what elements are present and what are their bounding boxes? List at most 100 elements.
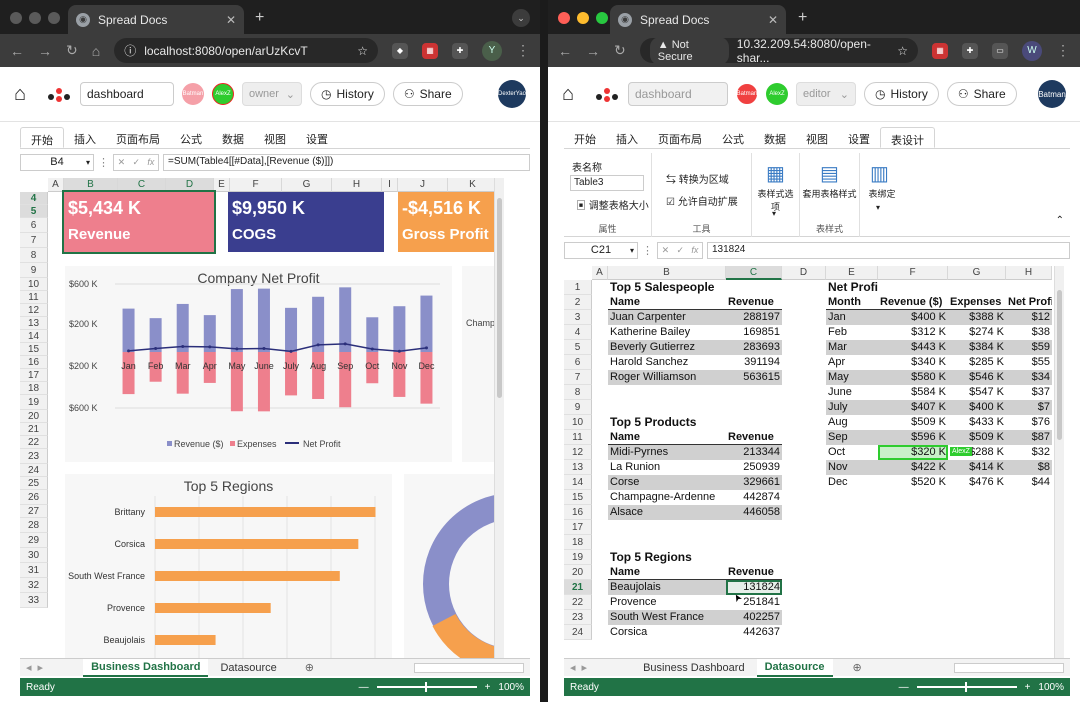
net-profit-cell[interactable]: Feb <box>826 325 878 340</box>
table-title[interactable]: Top 5 Products <box>608 415 726 430</box>
net-profit-cell[interactable]: June <box>826 385 878 400</box>
row-header[interactable]: 19 <box>20 395 48 410</box>
revenue-bar[interactable] <box>176 303 189 352</box>
net-profit-cell[interactable]: $59 <box>1006 340 1052 355</box>
tab-search-button[interactable]: ⌄ <box>512 9 530 27</box>
column-header[interactable]: J <box>398 178 448 192</box>
net-profit-cell[interactable]: $12 <box>1006 310 1052 325</box>
column-name[interactable]: Revenue ($) <box>878 295 948 310</box>
region-name[interactable]: South West France <box>608 610 726 625</box>
revenue-bar[interactable] <box>285 307 298 352</box>
net-profit-point[interactable] <box>127 349 131 353</box>
row-header[interactable]: 11 <box>564 430 592 445</box>
close-icon[interactable]: ✕ <box>226 13 236 27</box>
expenses-bar[interactable] <box>122 352 135 395</box>
reload-icon[interactable]: ↻ <box>614 42 626 59</box>
row-header[interactable]: 13 <box>564 460 592 475</box>
ribbon-tab[interactable]: 开始 <box>20 127 64 148</box>
net-profit-cell[interactable]: $476 K <box>948 475 1006 490</box>
row-header[interactable]: 18 <box>564 535 592 550</box>
row-header[interactable]: 23 <box>564 610 592 625</box>
donut-chart[interactable]: To <box>404 474 504 658</box>
row-header[interactable]: 9 <box>564 400 592 415</box>
row-header[interactable]: 9 <box>20 263 48 278</box>
net-profit-cell[interactable]: $8 <box>1006 460 1052 475</box>
column-name[interactable]: Expenses <box>948 295 1006 310</box>
net-profit-cell[interactable]: $32 <box>1006 445 1052 460</box>
column-header[interactable]: D <box>166 178 214 192</box>
column-name[interactable]: Month <box>826 295 878 310</box>
extension-icon[interactable]: ◆ <box>392 42 408 59</box>
net-profit-cell[interactable]: $414 K <box>948 460 1006 475</box>
region-value[interactable]: 131824 <box>726 580 782 595</box>
row-header[interactable]: 24 <box>20 464 48 477</box>
maximize-window-button[interactable] <box>48 12 60 24</box>
net-profit-cell[interactable]: $400 K <box>878 310 948 325</box>
name-box[interactable]: C21 ▾ <box>564 241 638 259</box>
column-header[interactable]: I <box>382 178 398 192</box>
new-tab-button[interactable]: + <box>798 9 807 27</box>
product-name[interactable]: Alsace <box>608 505 726 520</box>
close-icon[interactable]: ✕ <box>768 13 778 27</box>
share-button[interactable]: ⚇ Share <box>946 82 1017 106</box>
row-header[interactable]: 6 <box>20 218 48 233</box>
net-profit-point[interactable] <box>424 346 428 350</box>
table-name-input[interactable]: Table3 <box>570 175 644 191</box>
product-name[interactable]: Midi-Pyrnes <box>608 445 726 460</box>
row-header[interactable]: 7 <box>564 370 592 385</box>
star-icon[interactable]: ☆ <box>357 44 368 58</box>
net-profit-point[interactable] <box>262 347 266 351</box>
salesperson-value[interactable]: 391194 <box>726 355 782 370</box>
net-profit-cell[interactable]: May <box>826 370 878 385</box>
net-profit-cell[interactable]: $34 <box>1006 370 1052 385</box>
fx-buttons[interactable]: ✕ ✓ fx <box>657 241 703 259</box>
row-header[interactable]: 17 <box>564 520 592 535</box>
net-profit-cell[interactable]: $509 K <box>878 415 948 430</box>
puzzle-icon[interactable]: ✚ <box>962 42 978 59</box>
table-title[interactable]: Net Profit <box>826 280 878 295</box>
forward-icon[interactable]: → <box>586 43 600 59</box>
resize-table-button[interactable]: ▣ 调整表格大小 <box>576 197 649 212</box>
role-select[interactable]: editor ⌄ <box>796 82 856 106</box>
region-bar[interactable] <box>155 571 340 581</box>
row-header[interactable]: 4 <box>564 325 592 340</box>
product-name[interactable]: Corse <box>608 475 726 490</box>
row-header[interactable]: 3 <box>564 310 592 325</box>
row-header[interactable]: 25 <box>20 477 48 490</box>
row-header[interactable]: 23 <box>20 449 48 464</box>
expenses-bar[interactable] <box>312 352 325 399</box>
ribbon-tab[interactable]: 开始 <box>564 127 606 148</box>
sidebar-icon[interactable]: ▭ <box>992 42 1008 59</box>
convert-range-button[interactable]: ⇆ 转换为区域 <box>666 171 729 186</box>
row-header[interactable]: 11 <box>20 291 48 304</box>
net-profit-cell[interactable]: $407 K <box>878 400 948 415</box>
minimize-window-button[interactable] <box>29 12 41 24</box>
sheet-tab-datasource[interactable]: Datasource <box>212 660 284 676</box>
zoom-slider[interactable] <box>376 682 477 692</box>
row-header[interactable]: 32 <box>20 578 48 593</box>
table-title[interactable]: Top 5 Regions <box>608 550 726 565</box>
net-profit-cell[interactable]: Aug <box>826 415 878 430</box>
star-icon[interactable]: ☆ <box>897 44 908 58</box>
row-header[interactable]: 6 <box>564 355 592 370</box>
row-header[interactable]: 21 <box>564 580 592 595</box>
profile-icon[interactable]: Y <box>482 40 502 61</box>
column-name[interactable]: Revenue <box>726 565 782 580</box>
row-header[interactable]: 24 <box>564 625 592 640</box>
revenue-bar[interactable] <box>366 317 379 352</box>
net-profit-cell[interactable]: Sep <box>826 430 878 445</box>
formula-input[interactable]: =SUM(Table4[[#Data],[Revenue ($)]]) <box>163 153 530 171</box>
salesperson-name[interactable]: Beverly Gutierrez <box>608 340 726 355</box>
net-profit-cell[interactable]: Dec <box>826 475 878 490</box>
doc-name-input[interactable]: dashboard <box>80 82 174 106</box>
fx-buttons[interactable]: ✕ ✓ fx <box>113 153 159 171</box>
net-profit-point[interactable] <box>289 349 293 353</box>
column-header[interactable]: H <box>332 178 382 192</box>
expenses-bar[interactable] <box>285 352 298 396</box>
kpi-tile[interactable]: $9,950 K COGS <box>228 192 384 252</box>
salesperson-name[interactable]: Roger Williamson <box>608 370 726 385</box>
next-sheet-icon[interactable]: ▸ <box>582 661 588 674</box>
revenue-bar[interactable] <box>122 308 135 352</box>
revenue-bar[interactable] <box>257 288 270 352</box>
net-profit-cell[interactable]: $312 K <box>878 325 948 340</box>
